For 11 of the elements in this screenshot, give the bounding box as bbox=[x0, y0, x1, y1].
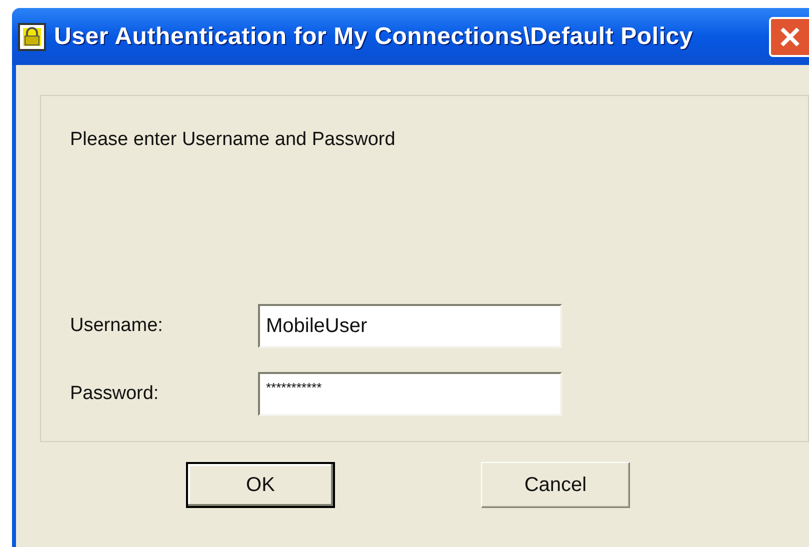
lock-icon bbox=[18, 22, 46, 50]
input-field[interactable]: MobileUser bbox=[258, 304, 562, 348]
window-title: User Authentication for My Connections\Default Policy bbox=[54, 22, 694, 52]
field-label: Username: bbox=[70, 314, 164, 338]
input-field[interactable]: *********** bbox=[258, 372, 562, 416]
prompt-text: Please enter Username and Password bbox=[70, 128, 396, 152]
field-label: Password: bbox=[70, 382, 160, 406]
close-button[interactable] bbox=[769, 16, 809, 56]
close-icon bbox=[779, 26, 801, 48]
dialog-button[interactable]: Cancel bbox=[481, 462, 630, 508]
dialog-button[interactable]: OK bbox=[186, 462, 335, 508]
